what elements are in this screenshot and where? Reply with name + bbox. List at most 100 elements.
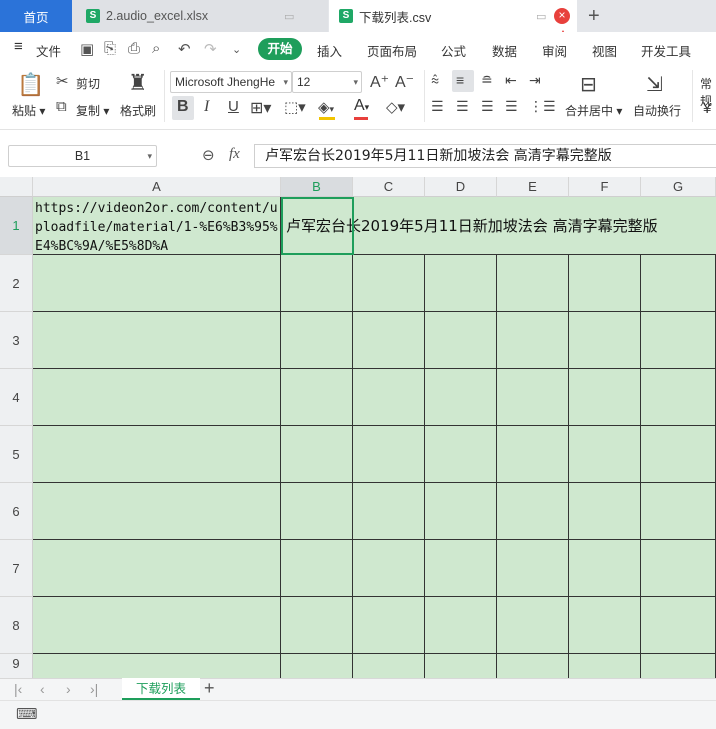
grid-cell[interactable] (569, 483, 641, 540)
grid-cell[interactable] (569, 540, 641, 597)
grid-cell[interactable] (33, 597, 281, 654)
menu-start[interactable]: 开始 (258, 38, 302, 60)
grid-cell[interactable] (281, 540, 353, 597)
grid-cell[interactable] (33, 426, 281, 483)
grid-cell[interactable] (641, 426, 716, 483)
grid-cell[interactable] (281, 312, 353, 369)
grid-cell[interactable] (353, 255, 425, 312)
column-header-g[interactable]: G (641, 177, 716, 197)
grid-cell[interactable] (569, 369, 641, 426)
grid-cell[interactable] (353, 597, 425, 654)
copy-button[interactable]: 复制 ▾ (76, 102, 109, 119)
align-left-icon[interactable]: ☰ (431, 98, 444, 115)
grid-cell[interactable] (281, 255, 353, 312)
cell-style-icon[interactable]: ⬚▾ (284, 98, 306, 116)
save-icon[interactable]: ▣ (80, 40, 94, 58)
fx-button[interactable]: fx (229, 146, 240, 163)
row-header[interactable]: 2 (0, 255, 33, 312)
grid-cell[interactable] (569, 597, 641, 654)
grid-cell[interactable] (497, 597, 569, 654)
print-icon[interactable]: ⎙ (128, 40, 140, 57)
border-icon[interactable]: ⊞▾ (250, 98, 271, 118)
grid-cell[interactable] (569, 654, 641, 678)
row-header[interactable]: 7 (0, 540, 33, 597)
grid-cell[interactable] (641, 312, 716, 369)
grid-cell[interactable] (569, 426, 641, 483)
grid-cell[interactable] (281, 426, 353, 483)
grid-cell[interactable] (33, 312, 281, 369)
row-header[interactable]: 9 (0, 654, 33, 678)
grid-cell[interactable] (353, 654, 425, 678)
pin-icon[interactable]: ▭ (536, 10, 546, 23)
grid-cell[interactable] (497, 312, 569, 369)
grid-cell[interactable] (281, 597, 353, 654)
last-sheet-icon[interactable]: ›| (90, 681, 98, 697)
align-top-icon[interactable]: ⩯ (431, 72, 439, 89)
cell-a1[interactable]: https://videon2or.com/content/uploadfile… (35, 199, 281, 255)
grid-cell[interactable] (33, 654, 281, 678)
distribute-icon[interactable]: ⋮☰ (529, 98, 556, 115)
menu-insert[interactable]: 插入 (317, 41, 342, 60)
increase-indent-icon[interactable]: ⇥ (529, 72, 541, 89)
grid-cell[interactable] (33, 540, 281, 597)
menu-file[interactable]: 文件 (36, 41, 61, 60)
grid-cell[interactable] (497, 255, 569, 312)
new-tab-icon[interactable]: + (588, 5, 600, 28)
align-center-icon[interactable]: ☰ (456, 98, 469, 115)
grid-cell[interactable] (425, 654, 497, 678)
grid-cell[interactable] (425, 369, 497, 426)
grid-cell[interactable] (33, 255, 281, 312)
cut-button[interactable]: 剪切 (76, 75, 100, 92)
column-header-b[interactable]: B (281, 177, 353, 197)
column-header-c[interactable]: C (353, 177, 425, 197)
grid-cell[interactable] (497, 540, 569, 597)
column-header-e[interactable]: E (497, 177, 569, 197)
grid-cell[interactable] (497, 426, 569, 483)
font-color-icon[interactable]: A▾ (354, 97, 369, 115)
menu-developer[interactable]: 开发工具 (641, 41, 691, 60)
grid-cell[interactable] (425, 312, 497, 369)
font-name-select[interactable]: Microsoft JhengHe ▾ (170, 71, 292, 93)
grid-cell[interactable] (281, 369, 353, 426)
decrease-indent-icon[interactable]: ⇤ (505, 72, 517, 89)
italic-button[interactable]: I (204, 98, 209, 116)
grid-cell[interactable] (425, 426, 497, 483)
print-preview-icon[interactable]: ⌕ (152, 40, 160, 57)
tab-home[interactable]: 首页 (0, 0, 72, 32)
row-header[interactable]: 5 (0, 426, 33, 483)
row-header[interactable]: 6 (0, 483, 33, 540)
column-header-d[interactable]: D (425, 177, 497, 197)
format-painter-button[interactable]: 格式刷 (120, 102, 156, 119)
menu-formula[interactable]: 公式 (441, 41, 466, 60)
active-cell-cursor[interactable] (281, 197, 354, 255)
grid-cell[interactable] (353, 483, 425, 540)
grid-cell[interactable] (33, 483, 281, 540)
bold-button[interactable]: B (177, 98, 189, 116)
grid-cell[interactable] (353, 369, 425, 426)
grid-cell[interactable] (641, 597, 716, 654)
grid-cell[interactable] (425, 540, 497, 597)
wrap-text-button[interactable]: 自动换行 (633, 102, 681, 119)
grid-cell[interactable] (641, 540, 716, 597)
menu-page-layout[interactable]: 页面布局 (367, 41, 417, 60)
menu-review[interactable]: 审阅 (542, 41, 567, 60)
align-right-icon[interactable]: ☰ (481, 98, 494, 115)
add-sheet-icon[interactable]: + (204, 678, 215, 699)
column-header-f[interactable]: F (569, 177, 641, 197)
prev-sheet-icon[interactable]: ‹ (40, 681, 45, 697)
grid-cell[interactable] (641, 654, 716, 678)
grid-cell[interactable] (281, 483, 353, 540)
font-size-select[interactable]: 12 ▾ (292, 71, 362, 93)
undo-icon[interactable]: ↶ (178, 40, 191, 58)
row-header[interactable]: 1 (0, 197, 33, 255)
first-sheet-icon[interactable]: |‹ (14, 681, 22, 697)
export-icon[interactable]: ⎘ (104, 40, 116, 57)
grid-cell[interactable] (33, 369, 281, 426)
close-tab-icon[interactable]: × (554, 8, 570, 24)
hamburger-icon[interactable]: ≡ (14, 38, 23, 55)
more-dropdown-icon[interactable]: ⌄ (232, 43, 241, 56)
paste-icon[interactable]: 📋 (17, 72, 44, 98)
formula-input[interactable]: 卢军宏台长2019年5月11日新加坡法会 高清字幕完整版 (254, 144, 716, 168)
row-header[interactable]: 4 (0, 369, 33, 426)
align-bottom-icon[interactable]: ≘ (481, 72, 493, 89)
